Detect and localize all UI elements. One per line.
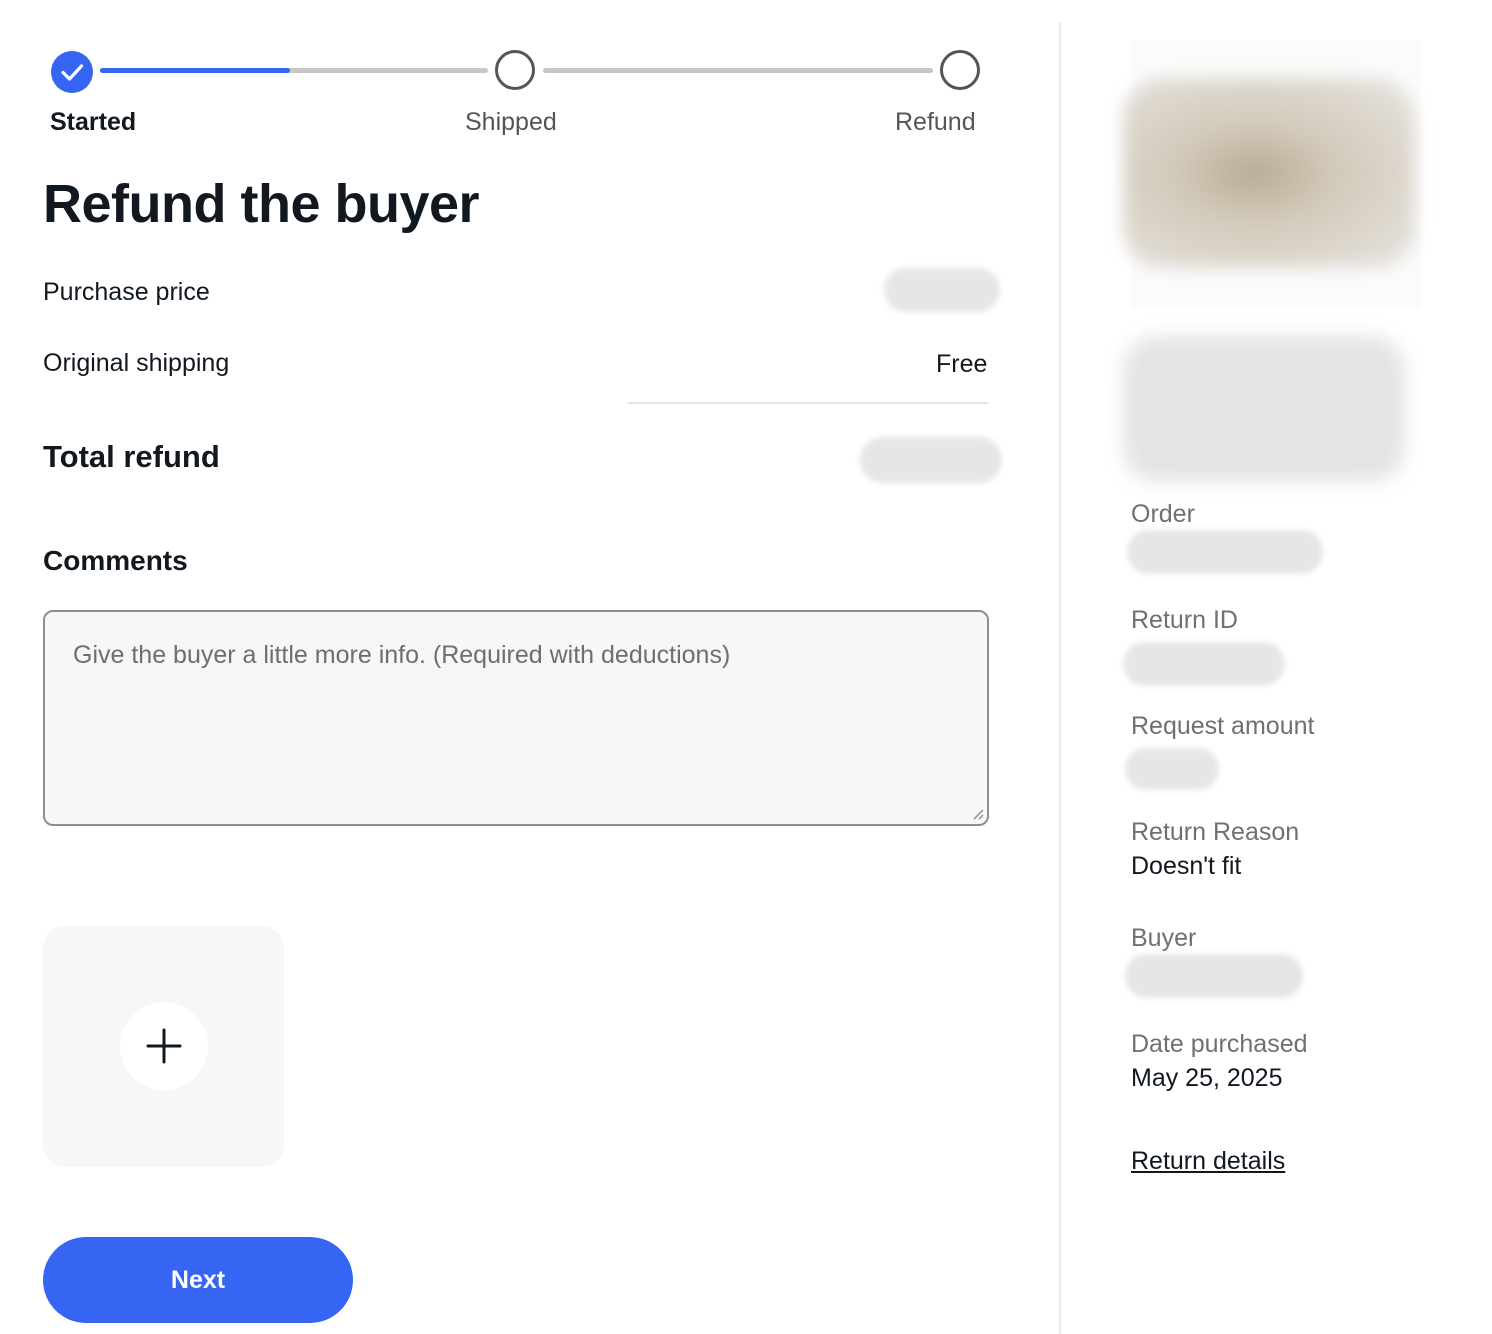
order-number-redacted: [1127, 530, 1323, 574]
return-id-label: Return ID: [1131, 606, 1238, 634]
next-button[interactable]: Next: [43, 1237, 353, 1323]
purchase-price-value-redacted: [884, 268, 1000, 312]
original-shipping-value: Free: [936, 350, 988, 378]
comments-heading: Comments: [43, 545, 188, 576]
page-title: Refund the buyer: [43, 174, 480, 234]
return-summary-panel: Order Return ID Request amount Return Re…: [1061, 0, 1492, 1334]
checkmark-icon: [61, 64, 84, 81]
return-details-link[interactable]: Return details: [1131, 1145, 1285, 1177]
step-refund-circle-icon: [940, 50, 980, 90]
step-label-started: Started: [50, 108, 137, 136]
total-refund-label: Total refund: [43, 439, 220, 474]
add-photo-button[interactable]: [120, 1002, 208, 1090]
progress-track-segment-2: [543, 68, 933, 73]
item-image-redacted[interactable]: [1123, 78, 1415, 268]
date-purchased-value: May 25, 2025: [1131, 1064, 1283, 1092]
return-reason-value: Doesn't fit: [1131, 852, 1242, 880]
buyer-label: Buyer: [1131, 924, 1197, 952]
total-refund-value-redacted: [860, 437, 1002, 483]
order-label: Order: [1131, 500, 1195, 528]
original-shipping-label: Original shipping: [43, 349, 230, 377]
request-amount-label: Request amount: [1131, 712, 1315, 740]
step-shipped-circle-icon: [495, 50, 535, 90]
date-purchased-label: Date purchased: [1131, 1030, 1308, 1058]
refund-form-panel: Started Shipped Refund Refund the buyer …: [0, 0, 1060, 1334]
step-label-shipped: Shipped: [465, 108, 557, 136]
progress-fill: [100, 68, 290, 73]
return-id-redacted: [1123, 642, 1285, 686]
step-label-refund: Refund: [895, 108, 976, 136]
resize-handle-icon[interactable]: [970, 806, 984, 820]
buyer-name-redacted: [1125, 954, 1303, 998]
step-started-complete-icon: [51, 51, 93, 93]
item-title-redacted[interactable]: [1123, 336, 1405, 482]
purchase-price-label: Purchase price: [43, 278, 210, 306]
plus-icon: [146, 1028, 182, 1064]
comments-textarea[interactable]: [43, 610, 989, 826]
return-reason-label: Return Reason: [1131, 818, 1300, 846]
totals-divider: [628, 402, 988, 404]
request-amount-redacted: [1125, 748, 1219, 790]
